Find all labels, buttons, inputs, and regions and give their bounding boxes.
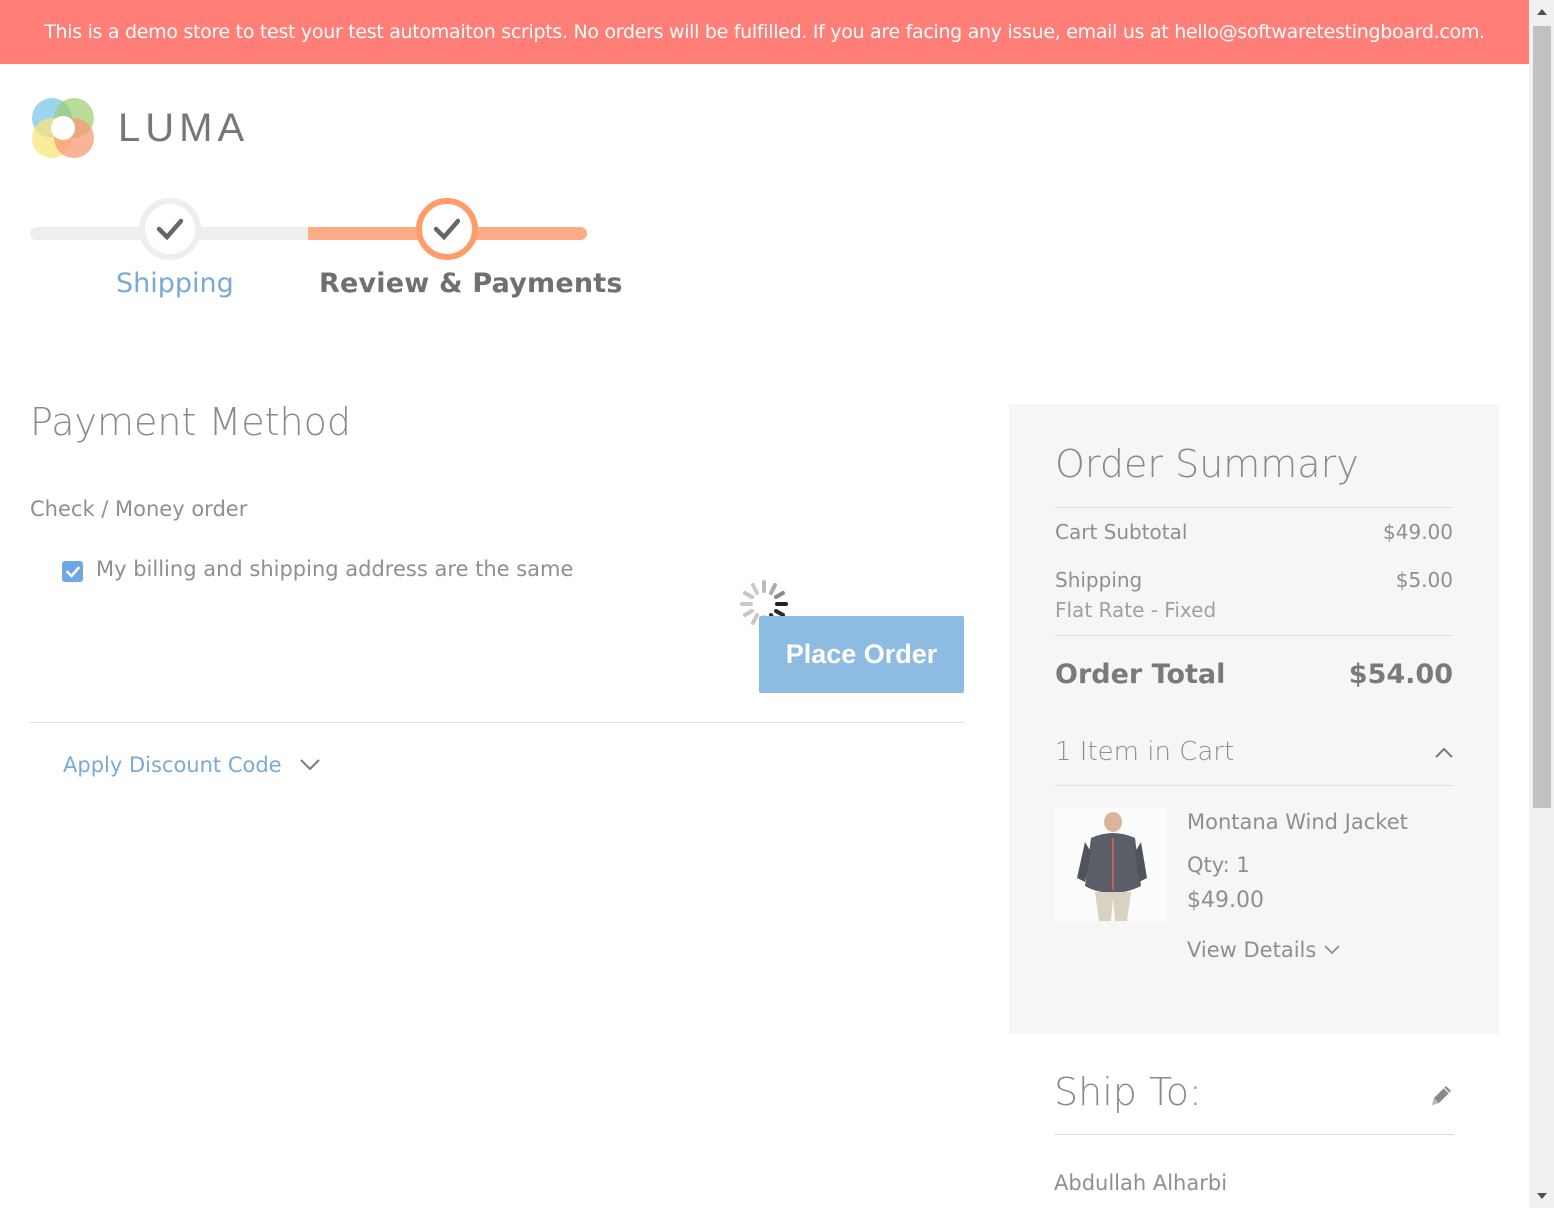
product-name: Montana Wind Jacket <box>1187 810 1408 834</box>
scroll-down-arrow-icon[interactable] <box>1529 1184 1554 1208</box>
summary-divider <box>1055 785 1453 786</box>
items-in-cart-toggle[interactable]: 1 Item in Cart <box>1055 737 1234 767</box>
order-summary-panel: Order Summary Cart Subtotal $49.00 Shipp… <box>1009 404 1499 1034</box>
ship-to-title: Ship To: <box>1054 1070 1202 1114</box>
step-shipping-link[interactable]: Shipping <box>116 268 234 299</box>
place-order-button[interactable]: Place Order <box>759 616 964 693</box>
apply-discount-code-label: Apply Discount Code <box>63 753 282 777</box>
chevron-up-icon[interactable] <box>1433 742 1455 764</box>
page-scrollbar[interactable] <box>1529 0 1554 1208</box>
ship-to-name: Abdullah Alharbi <box>1054 1171 1228 1195</box>
chevron-down-icon <box>299 759 320 771</box>
payment-method-title: Payment Method <box>30 400 351 444</box>
payment-divider <box>30 722 964 723</box>
view-details-label: View Details <box>1187 938 1317 962</box>
apply-discount-code-toggle[interactable]: Apply Discount Code <box>63 753 320 777</box>
luma-logo-mark-icon <box>32 98 94 158</box>
product-qty: Qty: 1 <box>1187 853 1250 877</box>
shipping-value: $5.00 <box>1395 568 1453 592</box>
demo-store-notice: This is a demo store to test your test a… <box>0 0 1529 64</box>
billing-same-as-shipping-checkbox[interactable] <box>62 561 83 582</box>
payment-method-option[interactable]: Check / Money order <box>30 497 247 521</box>
scroll-thumb[interactable] <box>1533 26 1551 808</box>
summary-divider <box>1055 635 1453 636</box>
order-total-label: Order Total <box>1055 659 1226 690</box>
cart-subtotal-label: Cart Subtotal <box>1055 520 1188 544</box>
order-total-value: $54.00 <box>1348 659 1453 690</box>
shipping-method: Flat Rate - Fixed <box>1055 598 1217 622</box>
ship-to-divider <box>1054 1134 1454 1135</box>
shipping-row: Shipping $5.00 <box>1055 568 1453 592</box>
luma-logo-text: LUMA <box>118 106 250 150</box>
cart-subtotal-row: Cart Subtotal $49.00 <box>1055 520 1453 544</box>
pencil-edit-icon[interactable] <box>1427 1082 1455 1110</box>
checkout-progress-bar <box>30 227 587 240</box>
chevron-down-icon <box>1324 945 1340 955</box>
billing-same-as-shipping-label[interactable]: My billing and shipping address are the … <box>96 557 573 581</box>
product-price: $49.00 <box>1187 888 1264 913</box>
summary-divider <box>1055 507 1453 508</box>
order-summary-title: Order Summary <box>1055 442 1359 486</box>
step-shipping-complete-icon <box>139 198 201 260</box>
product-thumbnail[interactable] <box>1055 808 1167 921</box>
view-details-toggle[interactable]: View Details <box>1187 938 1340 962</box>
step-review-payments-label: Review & Payments <box>319 268 623 299</box>
jacket-product-image-icon <box>1055 808 1167 921</box>
luma-logo[interactable]: LUMA <box>30 96 260 162</box>
shipping-label: Shipping <box>1055 568 1143 592</box>
order-total-row: Order Total $54.00 <box>1055 659 1453 690</box>
scroll-up-arrow-icon[interactable] <box>1529 0 1554 24</box>
step-review-active-icon <box>416 198 478 260</box>
cart-subtotal-value: $49.00 <box>1383 520 1453 544</box>
demo-store-notice-text: This is a demo store to test your test a… <box>44 21 1485 43</box>
